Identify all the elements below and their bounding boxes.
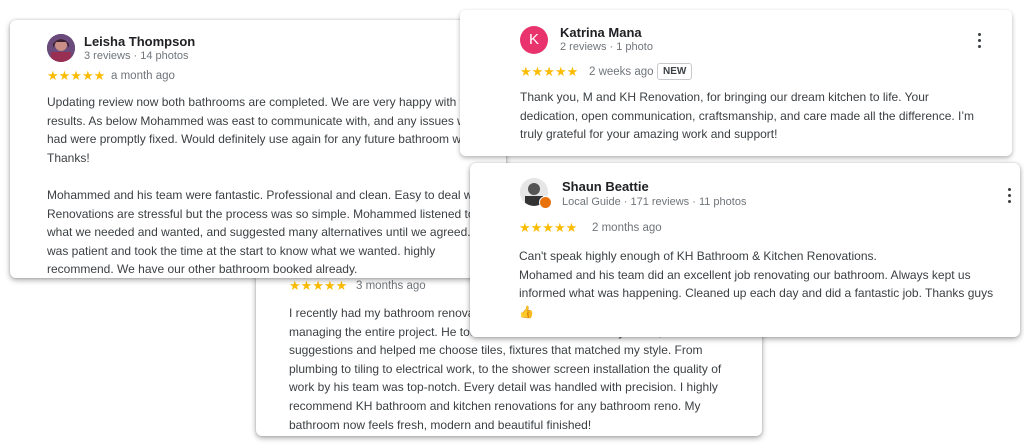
more-options-icon[interactable] [978,33,982,49]
reviewer-meta: Local Guide · 171 reviews · 11 photos [562,196,747,208]
local-guide-badge-icon [539,196,552,209]
star-rating: ★★★★★ [520,64,579,79]
review-card: Shaun Beattie Local Guide · 171 reviews … [470,163,1020,337]
review-date: 3 months ago [356,280,426,292]
review-date: 2 months ago [592,222,662,234]
avatar-initial: K [528,31,539,48]
reviewer-meta: 2 reviews · 1 photo [560,41,653,53]
reviewer-meta: 3 reviews · 14 photos [84,50,189,62]
review-text: Can't speak highly enough of KH Bathroom… [519,247,999,321]
review-card: Leisha Thompson 3 reviews · 14 photos ★★… [10,20,506,278]
reviewer-name[interactable]: Shaun Beattie [562,179,649,194]
review-paragraph: Updating review now both bathrooms are c… [47,95,488,165]
review-text: Updating review now both bathrooms are c… [47,93,495,279]
review-paragraph: Mohammed and his team were fantastic. Pr… [47,187,491,277]
star-rating: ★★★★★ [289,278,348,293]
more-options-icon[interactable] [1008,188,1012,204]
reviewer-name[interactable]: Katrina Mana [560,25,642,40]
review-line: Mohamed and his team did an excellent jo… [519,267,994,319]
reviewer-name[interactable]: Leisha Thompson [84,34,195,49]
review-date: a month ago [111,70,175,82]
review-line: Can't speak highly enough of KH Bathroom… [519,249,877,263]
avatar[interactable] [47,34,75,62]
review-date: 2 weeks ago [589,66,654,78]
new-badge: NEW [657,63,693,80]
star-rating: ★★★★★ [47,68,106,83]
review-text: Thank you, M and KH Renovation, for brin… [520,90,975,142]
star-rating: ★★★★★ [519,220,578,235]
review-card: K Katrina Mana 2 reviews · 1 photo ★★★★★… [460,10,1012,156]
avatar[interactable]: K [520,26,548,54]
